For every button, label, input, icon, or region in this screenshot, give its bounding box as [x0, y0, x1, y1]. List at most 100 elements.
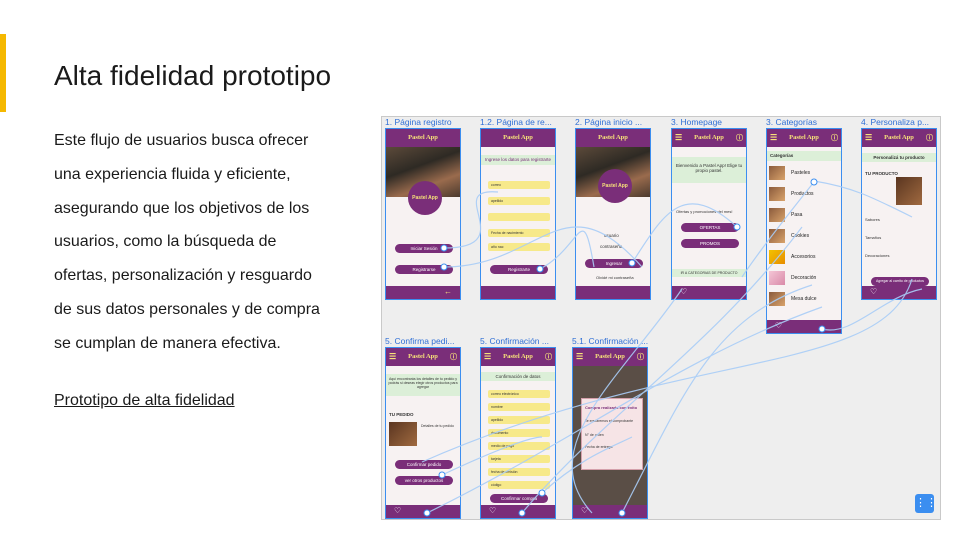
menu-icon[interactable]: ☰: [865, 129, 872, 147]
lastname-field[interactable]: apellido: [488, 197, 550, 205]
screen-confirmacion-final[interactable]: ☰ Pastel App ⓘ Compra realizada con éxito …: [572, 347, 648, 519]
screen-title-confirmacion-final[interactable]: 5.1. Confirmación ...: [572, 336, 662, 346]
screen-header: ☰ Pastel App ⓘ: [672, 129, 746, 147]
screen-footer: ♡: [386, 505, 460, 518]
screen-categorias[interactable]: ☰ Pastel App ⓘ Categorías Pasteles Product…: [766, 128, 842, 334]
screen-confirmacion[interactable]: ☰ Pastel App ⓘ Confirmación de datos corre…: [480, 347, 556, 519]
screen-title-confirma-pedido[interactable]: 5. Confirma pedi...: [385, 336, 475, 346]
screen-confirma-pedido[interactable]: ☰ Pastel App ⓘ Aquí encontrarás los detall…: [385, 347, 461, 519]
issue-date-field[interactable]: fecha de emisión: [488, 468, 550, 476]
sizes-label[interactable]: Tamaños: [865, 235, 881, 240]
order-label: TU PEDIDO: [389, 412, 414, 417]
screen-inicio[interactable]: Pastel App Pastel App usuario contraseña…: [575, 128, 651, 300]
heart-icon[interactable]: ♡: [775, 321, 782, 330]
link-line: [521, 226, 803, 514]
confirm-order-button[interactable]: Confirmar pedido: [395, 460, 453, 469]
category-item[interactable]: Accesorios: [769, 249, 841, 265]
password-label[interactable]: contraseña: [600, 244, 622, 249]
grid-menu-icon[interactable]: ⋮⋮: [915, 494, 937, 513]
screen-personaliza[interactable]: ☰ Pastel App ⓘ Personalizá tu producto TU …: [861, 128, 937, 300]
screen-header: ☰ Pastel App ⓘ: [767, 129, 841, 147]
birthyear-field[interactable]: año nac: [488, 243, 550, 251]
add-to-cart-button[interactable]: Agregar al carrito de productos: [871, 277, 929, 286]
category-item[interactable]: Productos: [769, 186, 841, 202]
signin-button[interactable]: Ingresar: [585, 259, 643, 268]
extra-field[interactable]: [488, 213, 550, 221]
category-item[interactable]: Decoración: [769, 270, 841, 286]
email-field[interactable]: correo: [488, 181, 550, 189]
confirm-purchase-button[interactable]: Confirmar compra: [490, 494, 548, 503]
form-heading: Ingrese los datos para registrarte: [481, 155, 555, 165]
body-line: una experiencia fluida y eficiente,: [54, 165, 291, 183]
offers-button[interactable]: OFERTAS: [681, 223, 739, 232]
flavors-label[interactable]: Sabores: [865, 217, 880, 222]
screen-homepage[interactable]: ☰ Pastel App ⓘ Bienvenido a Pastel App! El…: [671, 128, 747, 300]
username-label[interactable]: usuario: [604, 233, 619, 238]
info-icon[interactable]: ⓘ: [926, 129, 933, 147]
info-icon[interactable]: ⓘ: [736, 129, 743, 147]
screen-registro-datos[interactable]: Pastel App Ingrese los datos para regist…: [480, 128, 556, 300]
document-field[interactable]: documento: [488, 429, 550, 437]
info-icon[interactable]: ⓘ: [637, 348, 644, 366]
menu-icon[interactable]: ☰: [675, 129, 682, 147]
card-field[interactable]: tarjeta: [488, 455, 550, 463]
screen-footer: ♡: [481, 505, 555, 518]
screen-title-personaliza[interactable]: 4. Personaliza p...: [861, 117, 940, 127]
heart-icon[interactable]: ♡: [489, 506, 496, 515]
name-field[interactable]: nombre: [488, 403, 550, 411]
birthdate-field[interactable]: Fecha de nacimiento: [488, 229, 550, 237]
app-logo: Pastel App: [598, 169, 632, 203]
menu-icon[interactable]: ☰: [576, 348, 583, 366]
menu-icon[interactable]: ☰: [389, 348, 396, 366]
success-dialog: Compra realizada con éxito Te envíaremos…: [581, 398, 643, 470]
screen-footer: [481, 286, 555, 299]
offers-heading: Ofertas y promociones del mes!: [676, 209, 733, 214]
heart-icon[interactable]: ♡: [581, 506, 588, 515]
login-button[interactable]: Iniciar Sesión: [395, 244, 453, 253]
heart-icon[interactable]: ♡: [680, 287, 687, 296]
back-arrow-icon[interactable]: ←: [444, 287, 452, 296]
slide-body: Este flujo de usuarios busca ofrecer una…: [54, 124, 344, 361]
decorations-label[interactable]: Decoraciones: [865, 253, 889, 258]
info-icon[interactable]: ⓘ: [545, 348, 552, 366]
screen-registro[interactable]: Pastel App Pastel App Iniciar Sesión Reg…: [385, 128, 461, 300]
prototype-canvas[interactable]: 1. Página registro 1.2. Página de re... …: [381, 116, 941, 520]
category-item[interactable]: Mesa dulce: [769, 291, 841, 307]
submit-register-button[interactable]: Registrarte: [490, 265, 548, 274]
menu-icon[interactable]: ☰: [484, 348, 491, 366]
forgot-password-link[interactable]: Olvidé mi contraseña: [596, 275, 634, 280]
screen-title-categorias[interactable]: 3. Categorías: [766, 117, 856, 127]
screen-header: ☰ Pastel App ⓘ: [573, 348, 647, 366]
payment-field[interactable]: medio de pago: [488, 442, 550, 450]
screen-footer: ♡: [862, 286, 936, 299]
category-item[interactable]: Pasa: [769, 207, 841, 223]
screen-title-homepage[interactable]: 3. Homepage: [671, 117, 761, 127]
prototype-link[interactable]: Prototipo de alta fidelidad: [54, 392, 235, 410]
menu-icon[interactable]: ☰: [770, 129, 777, 147]
heart-icon[interactable]: ♡: [870, 287, 877, 296]
screen-footer: [576, 286, 650, 299]
screen-header: Pastel App: [576, 129, 650, 147]
register-button[interactable]: Registrarse: [395, 265, 453, 274]
categories-heading: Categorías: [767, 151, 841, 161]
welcome-banner: Bienvenido a Pastel App! Elige tu propio…: [672, 157, 746, 183]
categories-link[interactable]: IR A CATEGORIAS DE PRODUCTO: [672, 269, 746, 277]
category-item[interactable]: Cookies: [769, 228, 841, 244]
more-products-button[interactable]: ver otros productos: [395, 476, 453, 485]
info-icon[interactable]: ⓘ: [831, 129, 838, 147]
lastname-field[interactable]: apellido: [488, 416, 550, 424]
category-item[interactable]: Pasteles: [769, 165, 841, 181]
screen-title-registro[interactable]: 1. Página registro: [385, 117, 475, 127]
email-field[interactable]: correo electrónico: [488, 390, 550, 398]
code-field[interactable]: código: [488, 481, 550, 489]
screen-title-registro-datos[interactable]: 1.2. Página de re...: [480, 117, 570, 127]
receipt-line: Te envíaremos el comprobante: [585, 419, 634, 423]
screen-footer: ♡: [672, 286, 746, 299]
body-line: se cumplan de manera efectiva.: [54, 334, 281, 352]
promos-button[interactable]: PROMOS: [681, 239, 739, 248]
screen-title-inicio[interactable]: 2. Página inicio ...: [575, 117, 665, 127]
info-icon[interactable]: ⓘ: [450, 348, 457, 366]
heart-icon[interactable]: ♡: [394, 506, 401, 515]
cake-image: [389, 422, 417, 446]
screen-title-confirmacion[interactable]: 5. Confirmación ...: [480, 336, 570, 346]
